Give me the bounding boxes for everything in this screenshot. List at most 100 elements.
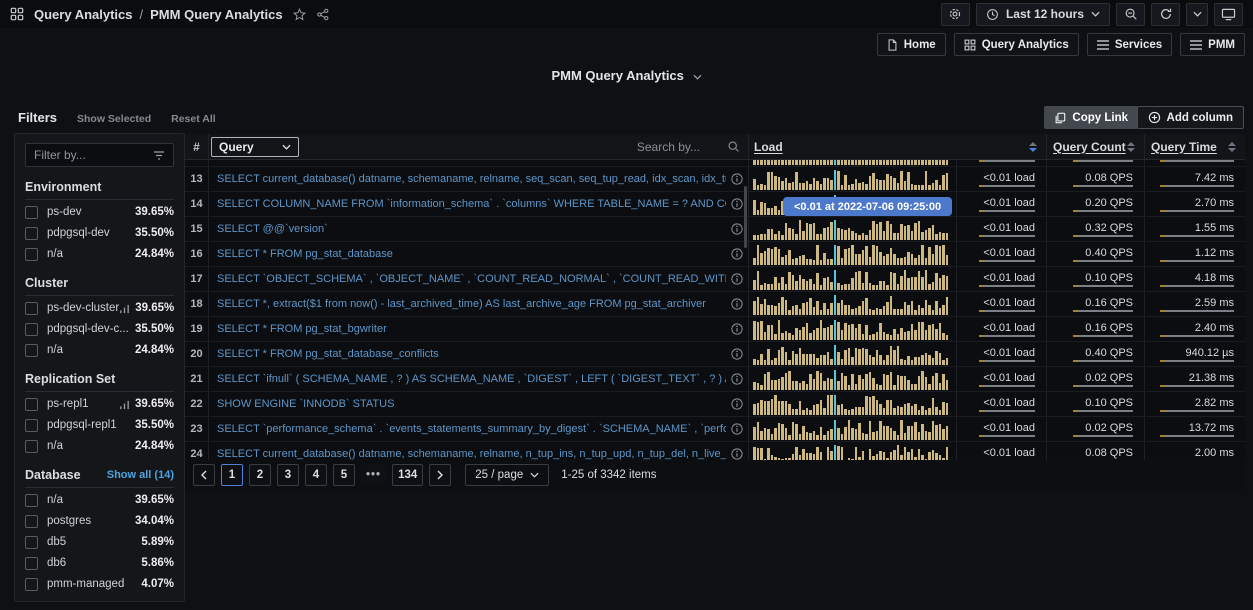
query-text[interactable]: SELECT `ifnull` ( SCHEMA_NAME , ? ) AS S… <box>217 373 726 385</box>
checkbox[interactable] <box>25 536 38 549</box>
page-size-select[interactable]: 25 / page <box>465 464 549 486</box>
query-text[interactable]: SELECT `OBJECT_SCHEMA` , `OBJECT_NAME` ,… <box>217 273 726 285</box>
load-sparkline[interactable] <box>748 167 956 191</box>
bar-chart-icon[interactable] <box>119 303 130 314</box>
info-icon[interactable] <box>731 373 743 385</box>
query-text[interactable]: SHOW ENGINE `INNODB` STATUS <box>217 398 394 410</box>
pagination-ellipsis[interactable]: ••• <box>361 464 386 486</box>
page-button-134[interactable]: 134 <box>392 464 423 486</box>
nav-query-analytics-button[interactable]: Query Analytics <box>954 33 1079 56</box>
checkbox[interactable] <box>25 515 38 528</box>
checkbox[interactable] <box>25 494 38 507</box>
query-text[interactable]: SELECT *, extract($1 from now() - last_a… <box>217 298 706 310</box>
query-text[interactable]: SELECT current_database() datname, schem… <box>217 448 726 460</box>
checkbox[interactable] <box>25 557 38 570</box>
info-icon[interactable] <box>731 323 743 335</box>
info-icon[interactable] <box>731 398 743 410</box>
load-sparkline[interactable] <box>748 317 956 341</box>
filter-option-pmm-managed[interactable]: pmm-managed4.07% <box>25 575 174 593</box>
checkbox[interactable] <box>25 344 38 357</box>
dashboard-selector[interactable]: PMM Query Analytics <box>0 68 1253 83</box>
bar-chart-icon[interactable] <box>119 399 130 410</box>
checkbox[interactable] <box>25 323 38 336</box>
dashboard-settings-button[interactable] <box>941 3 970 26</box>
filter-option-db5[interactable]: db55.89% <box>25 533 174 551</box>
search-field[interactable]: Search by... <box>637 140 740 154</box>
table-scrollbar[interactable] <box>744 186 747 248</box>
prev-page-button[interactable] <box>193 464 215 486</box>
filter-option-db6[interactable]: db65.86% <box>25 554 174 572</box>
filter-option-pdpgsql-dev[interactable]: pdpgsql-dev35.50% <box>25 224 174 242</box>
checkbox[interactable] <box>25 419 38 432</box>
info-icon[interactable] <box>731 173 743 185</box>
filter-option-n-a[interactable]: n/a24.84% <box>25 245 174 263</box>
query-text[interactable]: SELECT `performance_schema` . `events_st… <box>217 423 726 435</box>
nav-home-button[interactable]: Home <box>877 33 946 56</box>
query-time-sort-label[interactable]: Query Time <box>1151 140 1217 154</box>
load-sparkline[interactable] <box>748 342 956 366</box>
show-selected-link[interactable]: Show Selected <box>77 113 151 125</box>
checkbox[interactable] <box>25 302 38 315</box>
query-text[interactable]: SELECT * FROM pg_stat_bgwriter <box>217 323 387 335</box>
filter-option-n-a[interactable]: n/a24.84% <box>25 341 174 359</box>
filter-option-ps-repl1[interactable]: ps-repl139.65% <box>25 395 174 413</box>
share-icon[interactable] <box>316 8 330 21</box>
info-icon[interactable] <box>731 348 743 360</box>
info-icon[interactable] <box>731 248 743 260</box>
checkbox[interactable] <box>25 578 38 591</box>
info-icon[interactable] <box>731 223 743 235</box>
query-count-sort-label[interactable]: Query Count <box>1053 140 1126 154</box>
checkbox[interactable] <box>25 440 38 453</box>
page-button-1[interactable]: 1 <box>221 464 243 486</box>
checkbox[interactable] <box>25 227 38 240</box>
info-icon[interactable] <box>731 423 743 435</box>
filter-search-field[interactable] <box>25 143 174 167</box>
load-sparkline[interactable] <box>748 442 956 460</box>
nav-services-button[interactable]: Services <box>1087 33 1172 56</box>
filter-option-n-a[interactable]: n/a24.84% <box>25 437 174 455</box>
sort-icon[interactable] <box>1029 142 1037 152</box>
show-all-link[interactable]: Show all (14) <box>107 469 174 481</box>
load-sparkline[interactable] <box>748 292 956 316</box>
zoom-out-button[interactable] <box>1116 3 1145 26</box>
star-icon[interactable] <box>293 8 306 21</box>
load-sparkline[interactable] <box>748 242 956 266</box>
query-text[interactable]: SELECT @@`version` <box>217 223 328 235</box>
query-text[interactable]: SELECT current_database() datname, schem… <box>217 173 726 185</box>
page-button-2[interactable]: 2 <box>249 464 271 486</box>
query-text[interactable]: SELECT * FROM pg_stat_database <box>217 248 393 260</box>
query-text[interactable]: SELECT COLUMN_NAME FROM `information_sch… <box>217 198 726 210</box>
page-button-3[interactable]: 3 <box>277 464 299 486</box>
filter-option-ps-dev[interactable]: ps-dev39.65% <box>25 203 174 221</box>
query-text[interactable]: SELECT * FROM pg_stat_database_conflicts <box>217 348 439 360</box>
filter-option-postgres[interactable]: postgres34.04% <box>25 512 174 530</box>
refresh-interval-dropdown[interactable] <box>1186 3 1208 26</box>
filter-option-ps-dev-cluster[interactable]: ps-dev-cluster39.65% <box>25 299 174 317</box>
checkbox[interactable] <box>25 398 38 411</box>
load-sort-label[interactable]: Load <box>754 140 783 154</box>
tv-mode-button[interactable] <box>1214 3 1243 26</box>
load-sparkline[interactable] <box>748 392 956 416</box>
load-sparkline[interactable] <box>748 267 956 291</box>
sort-icon[interactable] <box>1228 142 1236 152</box>
filter-option-n-a[interactable]: n/a39.65% <box>25 491 174 509</box>
sort-icon[interactable] <box>1127 142 1135 152</box>
query-dimension-dropdown[interactable]: Query <box>211 137 299 157</box>
time-range-picker[interactable]: Last 12 hours <box>976 3 1110 26</box>
filter-option-pdpgsql-dev-c-[interactable]: pdpgsql-dev-c...35.50% <box>25 320 174 338</box>
info-icon[interactable] <box>731 273 743 285</box>
apps-grid-icon[interactable] <box>10 7 24 21</box>
breadcrumb-section[interactable]: Query Analytics <box>34 7 133 22</box>
copy-link-button[interactable]: Copy Link <box>1044 106 1138 129</box>
checkbox[interactable] <box>25 248 38 261</box>
next-page-button[interactable] <box>429 464 451 486</box>
nav-pmm-button[interactable]: PMM <box>1180 33 1245 56</box>
info-icon[interactable] <box>731 298 743 310</box>
info-icon[interactable] <box>731 448 743 460</box>
add-column-button[interactable]: Add column <box>1137 106 1244 129</box>
page-button-5[interactable]: 5 <box>333 464 355 486</box>
checkbox[interactable] <box>25 206 38 219</box>
refresh-button[interactable] <box>1151 3 1180 26</box>
filter-option-pdpgsql-repl1[interactable]: pdpgsql-repl135.50% <box>25 416 174 434</box>
reset-all-link[interactable]: Reset All <box>171 113 216 125</box>
